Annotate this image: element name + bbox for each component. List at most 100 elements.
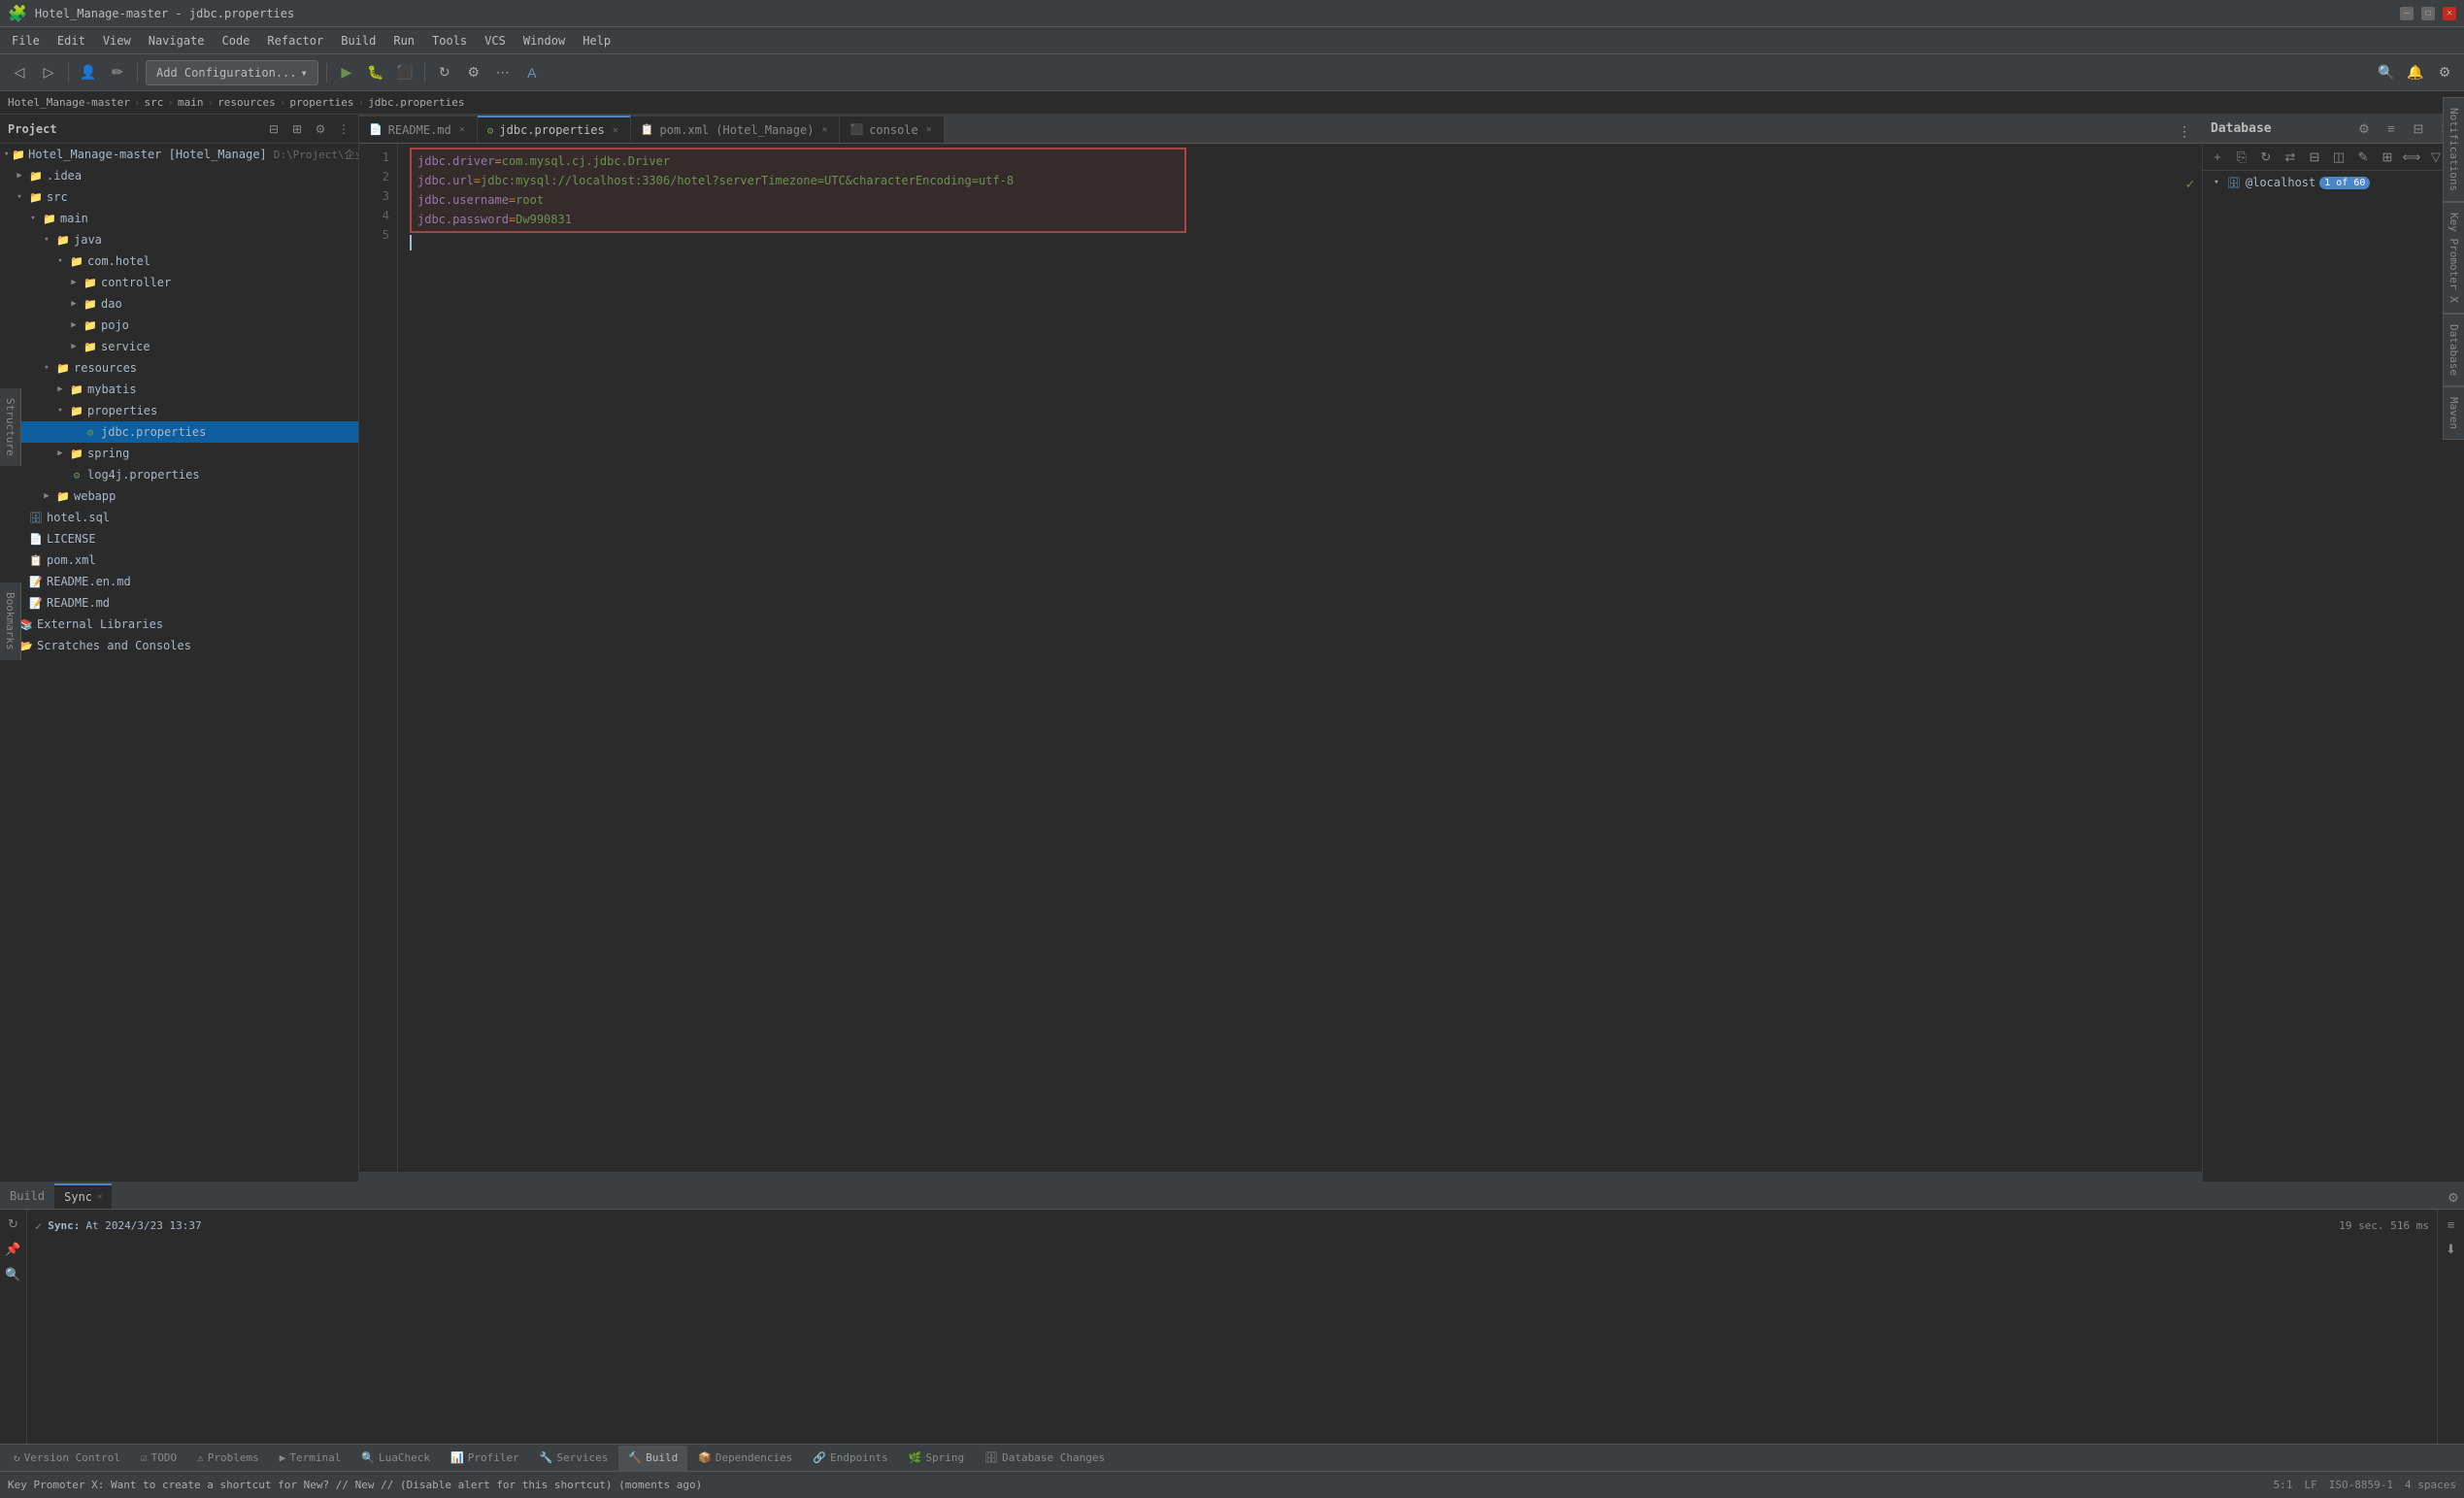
- more-button[interactable]: ⋯: [491, 61, 515, 84]
- db-panel-settings[interactable]: ⚙: [2353, 118, 2375, 140]
- tree-item-hotelsql[interactable]: 🗄 hotel.sql: [0, 507, 358, 528]
- build-wrap[interactable]: ≡: [2441, 1214, 2462, 1235]
- editor-content[interactable]: 1 2 3 4 5 jdbc.driver=com.mysql.cj.jdbc.…: [359, 144, 2202, 1172]
- menu-vcs[interactable]: VCS: [477, 32, 514, 50]
- right-side-tab-notifications[interactable]: Notifications: [2443, 97, 2464, 202]
- code-area[interactable]: jdbc.driver=com.mysql.cj.jdbc.Driver jdb…: [398, 144, 2202, 1172]
- tree-item-resources[interactable]: ▾ 📁 resources: [0, 357, 358, 379]
- tree-item-properties[interactable]: ▾ 📁 properties: [0, 400, 358, 421]
- tree-item-pomxml[interactable]: 📋 pom.xml: [0, 549, 358, 571]
- tree-item-scratches[interactable]: ▶ 📂 Scratches and Consoles: [0, 635, 358, 656]
- breadcrumb-file[interactable]: jdbc.properties: [368, 96, 464, 109]
- breadcrumb-main[interactable]: main: [178, 96, 204, 109]
- tree-item-main[interactable]: ▾ 📁 main: [0, 208, 358, 229]
- status-indent[interactable]: 4 spaces: [2405, 1479, 2456, 1491]
- minimize-button[interactable]: —: [2400, 7, 2414, 20]
- db-copy-button[interactable]: ⎘: [2231, 147, 2252, 168]
- db-schema-button[interactable]: ⊟: [2304, 147, 2325, 168]
- tab-close-pom[interactable]: ✕: [819, 123, 829, 136]
- menu-help[interactable]: Help: [575, 32, 618, 50]
- settings-button[interactable]: ⚙: [462, 61, 485, 84]
- bottom-tab-services[interactable]: 🔧 Services: [530, 1446, 619, 1471]
- tree-item-service[interactable]: ▶ 📁 service: [0, 336, 358, 357]
- tree-item-readme-en[interactable]: 📝 README.en.md: [0, 571, 358, 592]
- tree-item-spring[interactable]: ▶ 📁 spring: [0, 443, 358, 464]
- tab-console[interactable]: ⬛ console ✕: [840, 116, 944, 143]
- db-diagram-button[interactable]: ◫: [2328, 147, 2349, 168]
- bottom-tab-version-control[interactable]: ↻ Version Control: [4, 1446, 131, 1471]
- bottom-tab-spring[interactable]: 🌿 Spring: [899, 1446, 975, 1471]
- toolbar-project-button[interactable]: 👤: [77, 61, 100, 84]
- status-lf[interactable]: LF: [2305, 1479, 2317, 1491]
- breadcrumb-properties[interactable]: properties: [289, 96, 353, 109]
- bottom-tab-endpoints[interactable]: 🔗 Endpoints: [803, 1446, 898, 1471]
- breadcrumb-resources[interactable]: resources: [217, 96, 276, 109]
- stop-button[interactable]: ⬛: [393, 61, 416, 84]
- tree-item-jdbc-properties[interactable]: ⚙ jdbc.properties: [0, 421, 358, 443]
- notifications-button[interactable]: 🔔: [2404, 61, 2427, 84]
- tree-item-readme[interactable]: 📝 README.md: [0, 592, 358, 614]
- tab-close-console[interactable]: ✕: [924, 123, 934, 136]
- build-search[interactable]: 🔍: [3, 1264, 24, 1285]
- menu-run[interactable]: Run: [385, 32, 422, 50]
- status-position[interactable]: 5:1: [2274, 1479, 2293, 1491]
- toolbar-back-button[interactable]: ◁: [8, 61, 31, 84]
- tree-item-src[interactable]: ▾ 📁 src: [0, 186, 358, 208]
- build-panel-settings[interactable]: ⚙: [2443, 1187, 2464, 1209]
- sidebar-gear[interactable]: ⋮: [333, 118, 354, 140]
- menu-window[interactable]: Window: [516, 32, 573, 50]
- left-side-tab-structure[interactable]: Structure: [0, 388, 21, 466]
- bottom-tab-todo[interactable]: ☑ TODO: [131, 1446, 187, 1471]
- build-pin[interactable]: 📌: [3, 1239, 24, 1260]
- tree-item-dao[interactable]: ▶ 📁 dao: [0, 293, 358, 315]
- menu-navigate[interactable]: Navigate: [141, 32, 213, 50]
- status-encoding[interactable]: ISO-8859-1: [2329, 1479, 2393, 1491]
- db-add-button[interactable]: +: [2207, 147, 2228, 168]
- build-tab-build[interactable]: Build: [0, 1183, 54, 1209]
- right-side-tab-key-promoter[interactable]: Key Promoter X: [2443, 202, 2464, 314]
- build-tab-sync[interactable]: Sync ✕: [54, 1183, 112, 1209]
- tree-item-mybatis[interactable]: ▶ 📁 mybatis: [0, 379, 358, 400]
- toolbar-edit-config-button[interactable]: ✏: [106, 61, 129, 84]
- tree-item-log4j[interactable]: ⚙ log4j.properties: [0, 464, 358, 485]
- tree-item-controller[interactable]: ▶ 📁 controller: [0, 272, 358, 293]
- bottom-tab-profiler[interactable]: 📊 Profiler: [441, 1446, 530, 1471]
- sidebar-settings[interactable]: ⚙: [310, 118, 331, 140]
- run-button[interactable]: ▶: [335, 61, 358, 84]
- bottom-tab-dependencies[interactable]: 📦 Dependencies: [688, 1446, 803, 1471]
- tree-item-comhotel[interactable]: ▾ 📁 com.hotel: [0, 250, 358, 272]
- tree-item-pojo[interactable]: ▶ 📁 pojo: [0, 315, 358, 336]
- db-compare-button[interactable]: ⟺: [2401, 147, 2422, 168]
- db-panel-layout[interactable]: ≡: [2381, 118, 2402, 140]
- horizontal-scrollbar[interactable]: [359, 1172, 2202, 1182]
- settings-gear-button[interactable]: ⚙: [2433, 61, 2456, 84]
- right-side-tab-maven[interactable]: Maven: [2443, 386, 2464, 440]
- breadcrumb-root[interactable]: Hotel_Manage-master: [8, 96, 130, 109]
- sidebar-sort[interactable]: ⊞: [286, 118, 308, 140]
- update-button[interactable]: ↻: [433, 61, 456, 84]
- tab-pom[interactable]: 📋 pom.xml (Hotel_Manage) ✕: [631, 116, 841, 143]
- db-properties-button[interactable]: ✎: [2352, 147, 2374, 168]
- tree-item-webapp[interactable]: ▶ 📁 webapp: [0, 485, 358, 507]
- add-configuration-button[interactable]: Add Configuration... ▾: [146, 60, 318, 85]
- sidebar-collapse-all[interactable]: ⊟: [263, 118, 284, 140]
- tab-jdbc[interactable]: ⚙ jdbc.properties ✕: [478, 116, 631, 143]
- bottom-tab-db-changes[interactable]: 🗄 Database Changes: [975, 1446, 1115, 1471]
- toolbar-forward-button[interactable]: ▷: [37, 61, 60, 84]
- menu-view[interactable]: View: [95, 32, 139, 50]
- search-everywhere-button[interactable]: 🔍: [2375, 61, 2398, 84]
- left-side-tab-bookmarks[interactable]: Bookmarks: [0, 583, 21, 660]
- menu-file[interactable]: File: [4, 32, 48, 50]
- build-scroll-end[interactable]: ⬇: [2441, 1239, 2462, 1260]
- tree-item-java[interactable]: ▾ 📁 java: [0, 229, 358, 250]
- translate-button[interactable]: A: [520, 61, 544, 84]
- bottom-tab-build[interactable]: 🔨 Build: [618, 1446, 688, 1471]
- menu-refactor[interactable]: Refactor: [259, 32, 331, 50]
- bottom-tab-problems[interactable]: ⚠ Problems: [187, 1446, 270, 1471]
- menu-code[interactable]: Code: [215, 32, 258, 50]
- maximize-button[interactable]: ☐: [2421, 7, 2435, 20]
- tree-item-external-libs[interactable]: ▶ 📚 External Libraries: [0, 614, 358, 635]
- debug-button[interactable]: 🐛: [364, 61, 387, 84]
- bottom-tab-luacheck[interactable]: 🔍 LuaCheck: [351, 1446, 441, 1471]
- db-panel-filter[interactable]: ⊟: [2408, 118, 2429, 140]
